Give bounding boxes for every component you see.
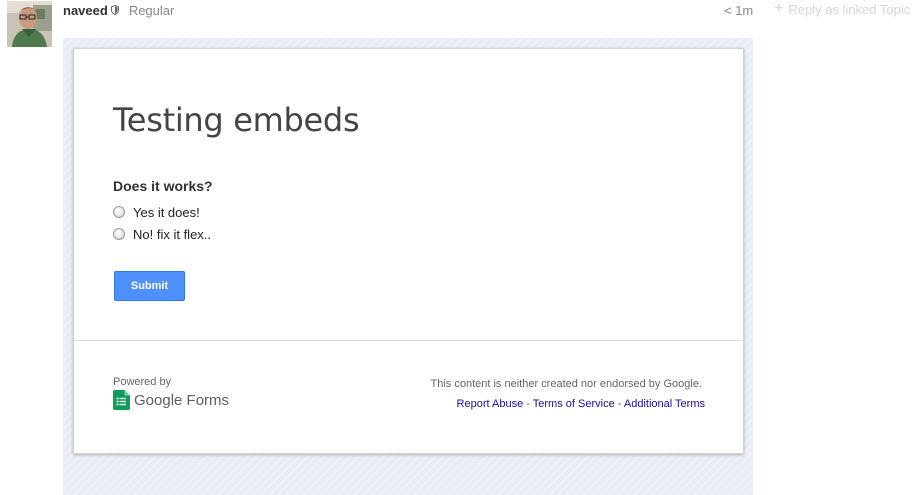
google-form-card: Testing embeds Does it works? Yes it doe… <box>73 48 744 454</box>
reply-as-linked-topic-link[interactable]: + Reply as linked Topic <box>774 0 910 18</box>
radio-icon[interactable] <box>113 206 125 218</box>
reply-link-label: Reply as linked Topic <box>788 1 911 17</box>
shield-icon <box>110 4 119 16</box>
question-title: Does it works? <box>113 178 213 194</box>
google-forms-icon <box>113 390 130 410</box>
footer-links: Report Abuse - Terms of Service - Additi… <box>457 398 705 410</box>
report-abuse-link[interactable]: Report Abuse <box>457 398 524 410</box>
post-header: naveed Regular <box>63 1 174 19</box>
option-no[interactable]: No! fix it flex.. <box>113 226 211 242</box>
option-label: No! fix it flex.. <box>133 226 212 242</box>
footer-divider <box>74 340 743 341</box>
post-author[interactable]: naveed <box>63 3 108 18</box>
terms-of-service-link[interactable]: Terms of Service <box>533 398 615 410</box>
avatar[interactable] <box>7 1 52 47</box>
link-separator: - <box>523 398 533 410</box>
option-label: Yes it does! <box>133 204 200 220</box>
plus-icon: + <box>774 0 784 17</box>
link-separator: - <box>614 398 624 410</box>
radio-icon[interactable] <box>113 228 125 240</box>
post-timestamp[interactable]: < 1m <box>724 3 753 18</box>
form-title: Testing embeds <box>113 101 360 139</box>
embedded-form-frame: Testing embeds Does it works? Yes it doe… <box>63 38 753 495</box>
forum-post: naveed Regular < 1m + Reply as linked To… <box>0 0 922 495</box>
submit-button[interactable]: Submit <box>114 271 185 301</box>
google-forms-logo[interactable]: Google Forms <box>113 390 229 410</box>
additional-terms-link[interactable]: Additional Terms <box>624 398 705 410</box>
powered-by-label: Powered by <box>113 376 172 388</box>
google-forms-logo-text: Google Forms <box>134 391 230 409</box>
user-role: Regular <box>128 2 175 18</box>
option-yes[interactable]: Yes it does! <box>113 204 200 220</box>
disclaimer-text: This content is neither created nor endo… <box>430 378 703 390</box>
avatar-image <box>7 1 52 47</box>
